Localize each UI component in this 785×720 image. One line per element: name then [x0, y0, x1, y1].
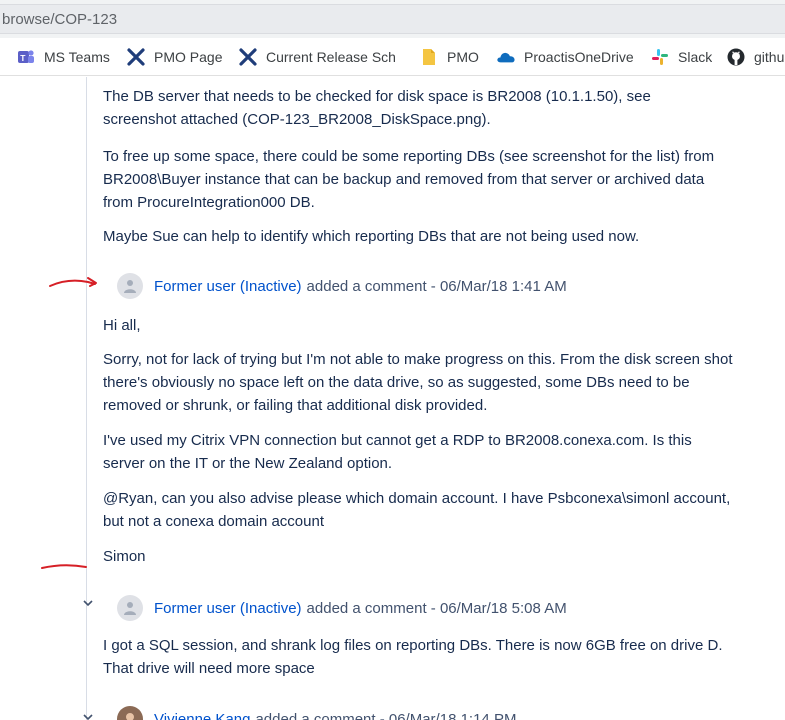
comment-author-link[interactable]: Former user (Inactive) — [154, 278, 302, 295]
comment-paragraph: The DB server that needs to be checked f… — [103, 88, 651, 128]
bookmark-ms-teams[interactable]: T MS Teams — [17, 47, 110, 67]
bookmark-github[interactable]: githu — [727, 47, 785, 67]
bookmark-current-release-schedule[interactable]: Current Release Sche — [239, 47, 396, 67]
svg-text:T: T — [20, 53, 26, 63]
annotation-underline-mark — [41, 564, 87, 569]
bookmark-pmo-folder[interactable]: PMO — [420, 47, 479, 67]
comment-meta: added a comment - 06/Mar/18 1:14 PM — [255, 710, 517, 720]
thread-line — [86, 77, 87, 720]
comment-header: Former user (Inactive) added a comment -… — [117, 595, 567, 621]
user-avatar-icon[interactable] — [117, 273, 143, 299]
activity-panel: The DB server that needs to be checked f… — [0, 77, 785, 720]
comment-signature: Simon — [103, 548, 146, 565]
comment-paragraph: I got a SQL session, and shrank log file… — [103, 637, 723, 677]
comment-paragraph: To free up some space, there could be so… — [103, 148, 715, 211]
slack-icon — [651, 48, 669, 66]
browser-address-bar: browse/COP-123 — [0, 0, 785, 38]
comment-paragraph: Sorry, not for lack of trying but I'm no… — [103, 351, 733, 414]
bookmark-pmo-page[interactable]: PMO Page — [127, 47, 222, 67]
url-field[interactable]: browse/COP-123 — [0, 4, 785, 34]
folder-icon — [420, 48, 438, 66]
user-avatar-icon[interactable] — [117, 706, 143, 720]
comment-paragraph: @Ryan, can you also advise please which … — [103, 490, 731, 530]
onedrive-icon — [497, 48, 515, 66]
teams-icon: T — [17, 48, 35, 66]
confluence-x-icon — [127, 48, 145, 66]
comment-meta: added a comment - 06/Mar/18 5:08 AM — [306, 599, 567, 617]
collapse-chevron-icon[interactable] — [82, 712, 94, 720]
bookmarks-bar: T MS Teams PMO Page Current Release Sche… — [0, 38, 785, 76]
confluence-x-icon — [239, 48, 257, 66]
comment-header: Vivienne Kang added a comment - 06/Mar/1… — [117, 706, 516, 720]
comment-header: Former user (Inactive) added a comment -… — [117, 273, 567, 299]
comment-author-link[interactable]: Former user (Inactive) — [154, 600, 302, 617]
comment-paragraph: I've used my Citrix VPN connection but c… — [103, 432, 692, 472]
bookmark-slack[interactable]: Slack — [651, 47, 712, 67]
github-icon — [727, 48, 745, 66]
collapse-chevron-icon[interactable] — [82, 598, 94, 608]
annotation-arrow-mark — [49, 277, 97, 287]
bookmark-proactis-onedrive[interactable]: ProactisOneDrive — [497, 47, 634, 67]
comment-paragraph: Hi all, — [103, 317, 141, 334]
comment-paragraph: Maybe Sue can help to identify which rep… — [103, 228, 640, 245]
url-text: browse/COP-123 — [2, 11, 118, 28]
user-avatar-icon[interactable] — [117, 595, 143, 621]
comment-author-link[interactable]: Vivienne Kang — [154, 711, 250, 720]
comment-meta: added a comment - 06/Mar/18 1:41 AM — [306, 277, 567, 295]
